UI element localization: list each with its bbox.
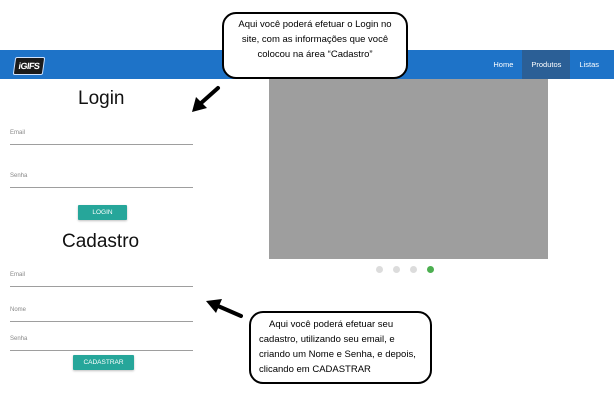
cadastro-callout-text: Aqui você poderá efetuar seu cadastro, u… (259, 319, 416, 375)
login-email-field[interactable]: Email (10, 130, 193, 145)
image-carousel[interactable] (269, 79, 548, 259)
cadastro-email-label: Email (10, 272, 26, 278)
cadastro-callout: Aqui você poderá efetuar seu cadastro, u… (249, 311, 432, 384)
cadastro-nome-label: Nome (10, 307, 27, 313)
carousel-dot-1[interactable] (376, 266, 383, 273)
cadastro-email-underline (10, 286, 193, 287)
login-callout-text: Aqui você poderá efetuar o Login no site… (238, 19, 392, 60)
cadastro-senha-label: Senha (10, 336, 28, 342)
login-senha-underline (10, 187, 193, 188)
login-button[interactable]: LOGIN (78, 205, 127, 220)
login-senha-label: Senha (10, 173, 28, 179)
login-callout: Aqui você poderá efetuar o Login no site… (222, 12, 408, 79)
cadastro-email-field[interactable]: Email (10, 272, 193, 287)
carousel-dot-2[interactable] (393, 266, 400, 273)
site-logo[interactable]: iGIFS (12, 57, 46, 75)
nav-links: Home Produtos Listas (484, 50, 608, 79)
nav-link-home[interactable]: Home (484, 50, 522, 79)
cadastro-nome-underline (10, 321, 193, 322)
carousel-dot-3[interactable] (410, 266, 417, 273)
carousel-indicators (376, 266, 434, 273)
nav-link-produtos[interactable]: Produtos (522, 50, 571, 79)
cadastro-title: Cadastro (62, 231, 140, 252)
carousel-dot-4[interactable] (427, 266, 434, 273)
cadastro-senha-field[interactable]: Senha (10, 336, 193, 351)
cadastro-senha-underline (10, 350, 193, 351)
cadastrar-button[interactable]: CADASTRAR (73, 355, 134, 370)
login-arrow-icon (192, 86, 220, 112)
cadastro-nome-field[interactable]: Nome (10, 307, 193, 322)
login-title: Login (78, 88, 125, 109)
login-email-underline (10, 144, 193, 145)
cadastro-arrow-icon (206, 299, 243, 318)
login-email-label: Email (10, 130, 26, 136)
nav-link-listas[interactable]: Listas (570, 50, 608, 79)
login-senha-field[interactable]: Senha (10, 173, 193, 188)
